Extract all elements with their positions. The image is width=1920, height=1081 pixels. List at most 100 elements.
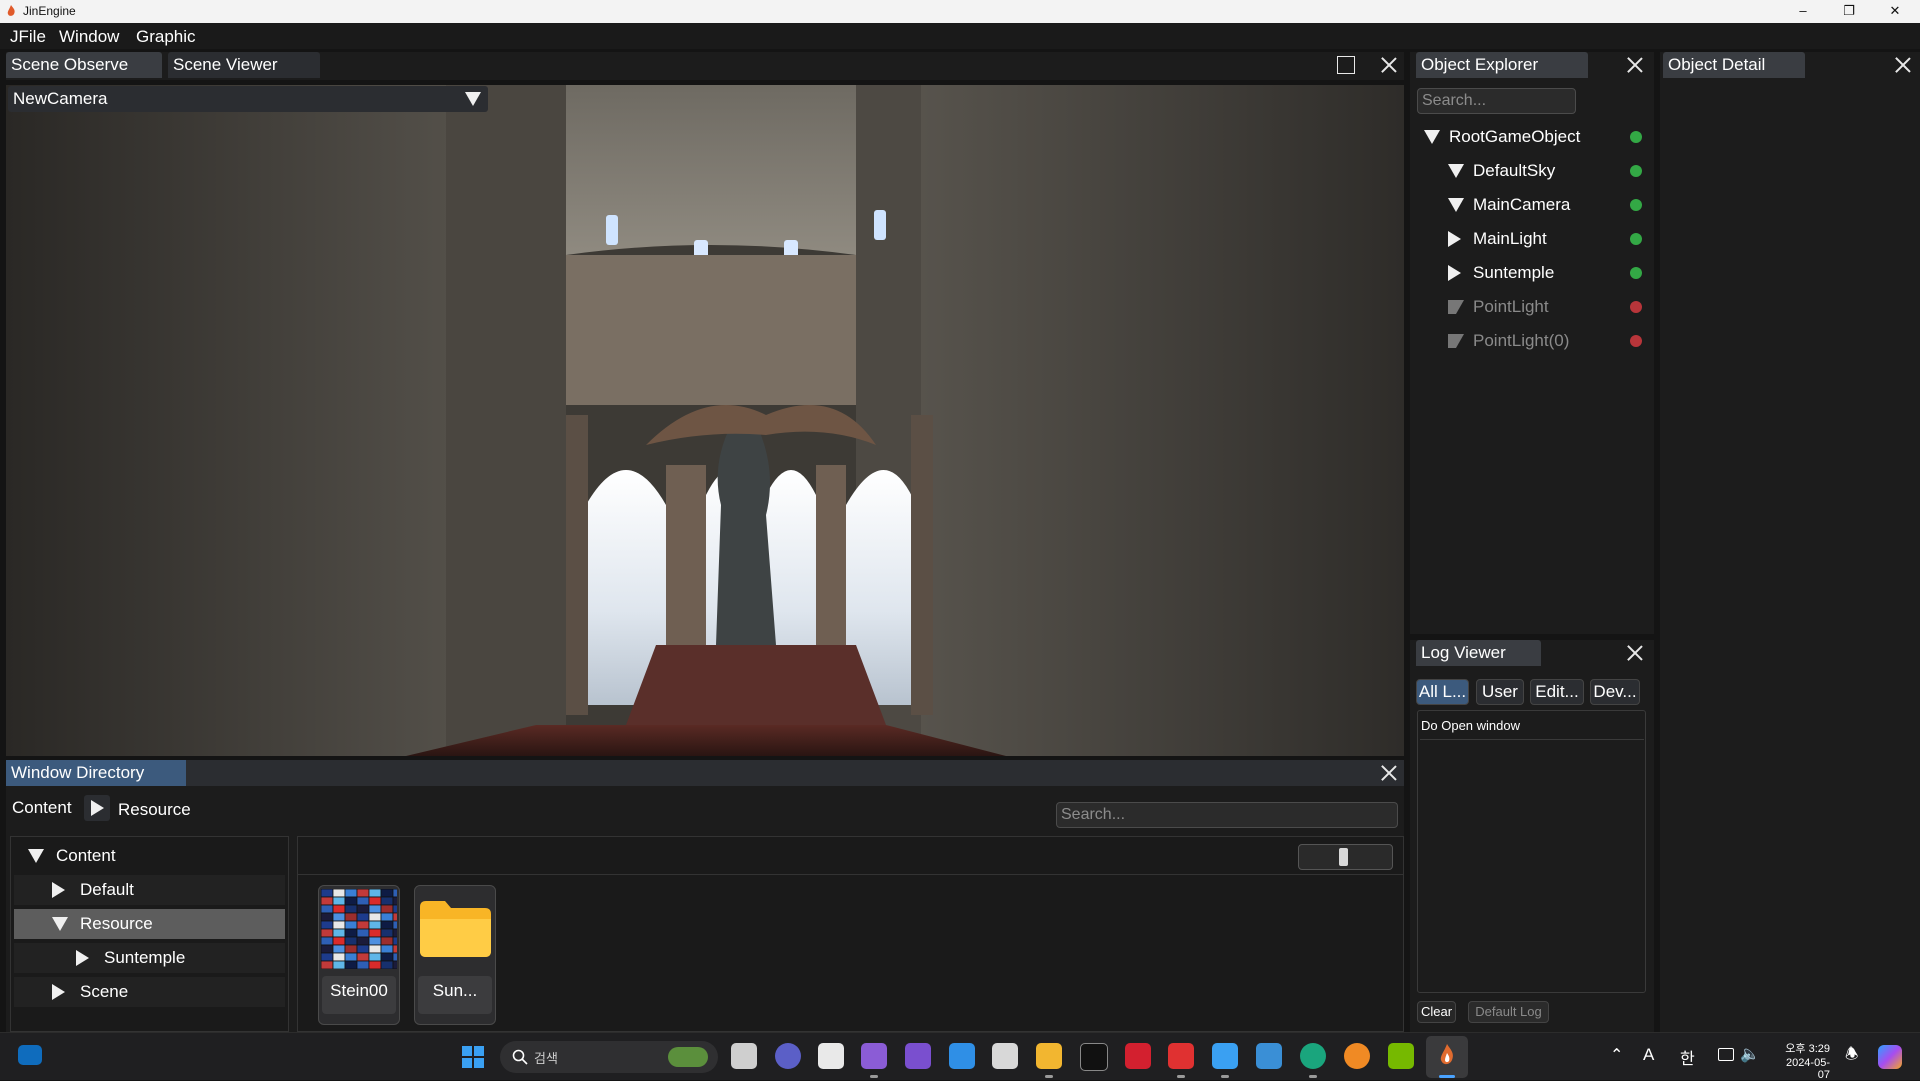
- camera-select-dropdown[interactable]: NewCamera: [8, 86, 488, 112]
- collapse-arrow-icon[interactable]: [76, 950, 89, 966]
- log-filter-tab[interactable]: Edit...: [1530, 679, 1584, 705]
- object-tree-item[interactable]: RootGameObject: [1414, 122, 1650, 152]
- tray-overflow-chevron-icon[interactable]: ⌃: [1610, 1045, 1623, 1065]
- close-object-detail-icon[interactable]: [1893, 55, 1913, 75]
- breadcrumb-resource[interactable]: Resource: [118, 800, 191, 820]
- close-object-explorer-icon[interactable]: [1625, 55, 1645, 75]
- directory-search-input[interactable]: Search...: [1056, 802, 1398, 828]
- status-dot-icon[interactable]: [1630, 301, 1642, 313]
- notification-bell-icon[interactable]: 🕭: [1845, 1044, 1858, 1069]
- chat-icon[interactable]: [775, 1043, 801, 1069]
- vscode-icon[interactable]: [949, 1043, 975, 1069]
- photos-icon[interactable]: [1256, 1043, 1282, 1069]
- widgets-icon[interactable]: [18, 1045, 42, 1065]
- status-dot-icon[interactable]: [1630, 267, 1642, 279]
- clock-date[interactable]: 2024-05-07: [1774, 1057, 1830, 1081]
- epic-games-icon[interactable]: [1080, 1043, 1108, 1071]
- minimize-button[interactable]: –: [1780, 0, 1826, 23]
- store-icon[interactable]: [818, 1043, 844, 1069]
- collapse-arrow-icon[interactable]: [1448, 265, 1461, 281]
- menu-graphic[interactable]: Graphic: [136, 27, 196, 47]
- folder-tree-item[interactable]: Content: [14, 841, 285, 871]
- clock-time[interactable]: 오후 3:29: [1774, 1040, 1830, 1056]
- collapse-arrow-icon[interactable]: [52, 984, 65, 1000]
- expand-arrow-icon[interactable]: [1448, 198, 1464, 212]
- restore-button[interactable]: ❐: [1826, 0, 1872, 23]
- object-search-input[interactable]: Search...: [1417, 88, 1576, 114]
- expand-arrow-icon[interactable]: [52, 917, 68, 931]
- menu-window[interactable]: Window: [59, 27, 119, 47]
- asset-item[interactable]: Sun...: [414, 885, 496, 1025]
- nvidia-icon[interactable]: [1388, 1043, 1414, 1069]
- breadcrumb-content[interactable]: Content: [12, 798, 72, 818]
- status-dot-icon[interactable]: [1630, 131, 1642, 143]
- visual-studio-icon[interactable]: [861, 1043, 887, 1069]
- tab-scene-viewer[interactable]: Scene Viewer: [168, 52, 320, 78]
- folder-tree-item[interactable]: Default: [14, 875, 285, 905]
- search-icon: [512, 1049, 528, 1065]
- start-windows-icon[interactable]: [461, 1045, 485, 1069]
- breadcrumb-arrow-icon[interactable]: [84, 795, 110, 821]
- menu-jfile[interactable]: JFile: [10, 27, 46, 47]
- notepad-icon[interactable]: [1212, 1043, 1238, 1069]
- jinengine-taskbar-button[interactable]: [1426, 1036, 1468, 1078]
- status-dot-icon[interactable]: [1630, 233, 1642, 245]
- folder-tree-item[interactable]: Suntemple: [14, 943, 285, 973]
- close-log-viewer-icon[interactable]: [1625, 643, 1645, 663]
- status-dot-icon[interactable]: [1630, 199, 1642, 211]
- asset-item[interactable]: Stein00: [318, 885, 406, 1025]
- tab-object-explorer[interactable]: Object Explorer: [1416, 52, 1588, 78]
- tab-object-detail[interactable]: Object Detail: [1663, 52, 1805, 78]
- close-window-directory-icon[interactable]: [1379, 763, 1399, 783]
- log-filter-tab[interactable]: Dev...: [1590, 679, 1640, 705]
- amd-software-icon[interactable]: [1125, 1043, 1151, 1069]
- copilot-icon[interactable]: [1878, 1045, 1902, 1069]
- asset-toolbar: [298, 837, 1403, 875]
- status-dot-icon[interactable]: [1630, 335, 1642, 347]
- log-filter-tab[interactable]: All L...: [1416, 679, 1469, 705]
- scene-viewport[interactable]: NewCamera: [6, 85, 1404, 756]
- network-icon[interactable]: [1718, 1048, 1734, 1061]
- visual-studio-2-icon[interactable]: [905, 1043, 931, 1069]
- collapse-arrow-icon[interactable]: [1448, 231, 1461, 247]
- expand-arrow-icon[interactable]: [1424, 130, 1440, 144]
- volume-icon[interactable]: 🔈: [1740, 1044, 1760, 1064]
- close-scene-panel-icon[interactable]: [1379, 55, 1399, 75]
- default-log-button[interactable]: Default Log: [1468, 1001, 1549, 1023]
- ime-language-indicator[interactable]: 한: [1680, 1045, 1695, 1069]
- taskbar-search-box[interactable]: 검색: [500, 1041, 718, 1073]
- status-dot-icon[interactable]: [1630, 165, 1642, 177]
- expand-arrow-icon[interactable]: [28, 849, 44, 863]
- object-tree-item[interactable]: MainCamera: [1414, 190, 1650, 220]
- texture-thumbnail-icon: [320, 888, 406, 970]
- log-divider: [1420, 739, 1644, 740]
- blender-icon[interactable]: [1344, 1043, 1370, 1069]
- object-tree-item[interactable]: MainLight: [1414, 224, 1650, 254]
- close-window-button[interactable]: ✕: [1872, 0, 1918, 23]
- expand-arrow-icon[interactable]: [1448, 300, 1464, 314]
- archive-icon[interactable]: [992, 1043, 1018, 1069]
- thumbnail-size-slider[interactable]: [1298, 844, 1393, 870]
- tab-log-viewer[interactable]: Log Viewer: [1416, 640, 1541, 666]
- object-tree-item[interactable]: PointLight: [1414, 292, 1650, 322]
- collapse-arrow-icon[interactable]: [52, 882, 65, 898]
- object-tree-item[interactable]: Suntemple: [1414, 258, 1650, 288]
- tab-window-directory[interactable]: Window Directory: [6, 760, 186, 786]
- asset-label: Sun...: [418, 976, 492, 1014]
- tab-scene-observe[interactable]: Scene Observe: [6, 52, 162, 78]
- task-view-icon[interactable]: [731, 1043, 757, 1069]
- log-filter-tab[interactable]: User: [1476, 679, 1524, 705]
- object-tree-item[interactable]: PointLight(0): [1414, 326, 1650, 356]
- edge-icon[interactable]: [1300, 1043, 1326, 1069]
- slider-handle[interactable]: [1339, 848, 1348, 866]
- folder-tree-item[interactable]: Scene: [14, 977, 285, 1007]
- folder-tree-item[interactable]: Resource: [14, 909, 285, 939]
- expand-arrow-icon[interactable]: [1448, 334, 1464, 348]
- object-tree-item[interactable]: DefaultSky: [1414, 156, 1650, 186]
- flash-app-icon[interactable]: [1168, 1043, 1194, 1069]
- ime-mode-indicator[interactable]: A: [1643, 1045, 1654, 1065]
- expand-arrow-icon[interactable]: [1448, 164, 1464, 178]
- maximize-panel-icon[interactable]: [1337, 56, 1355, 74]
- file-explorer-icon[interactable]: [1036, 1043, 1062, 1069]
- clear-log-button[interactable]: Clear: [1417, 1001, 1456, 1023]
